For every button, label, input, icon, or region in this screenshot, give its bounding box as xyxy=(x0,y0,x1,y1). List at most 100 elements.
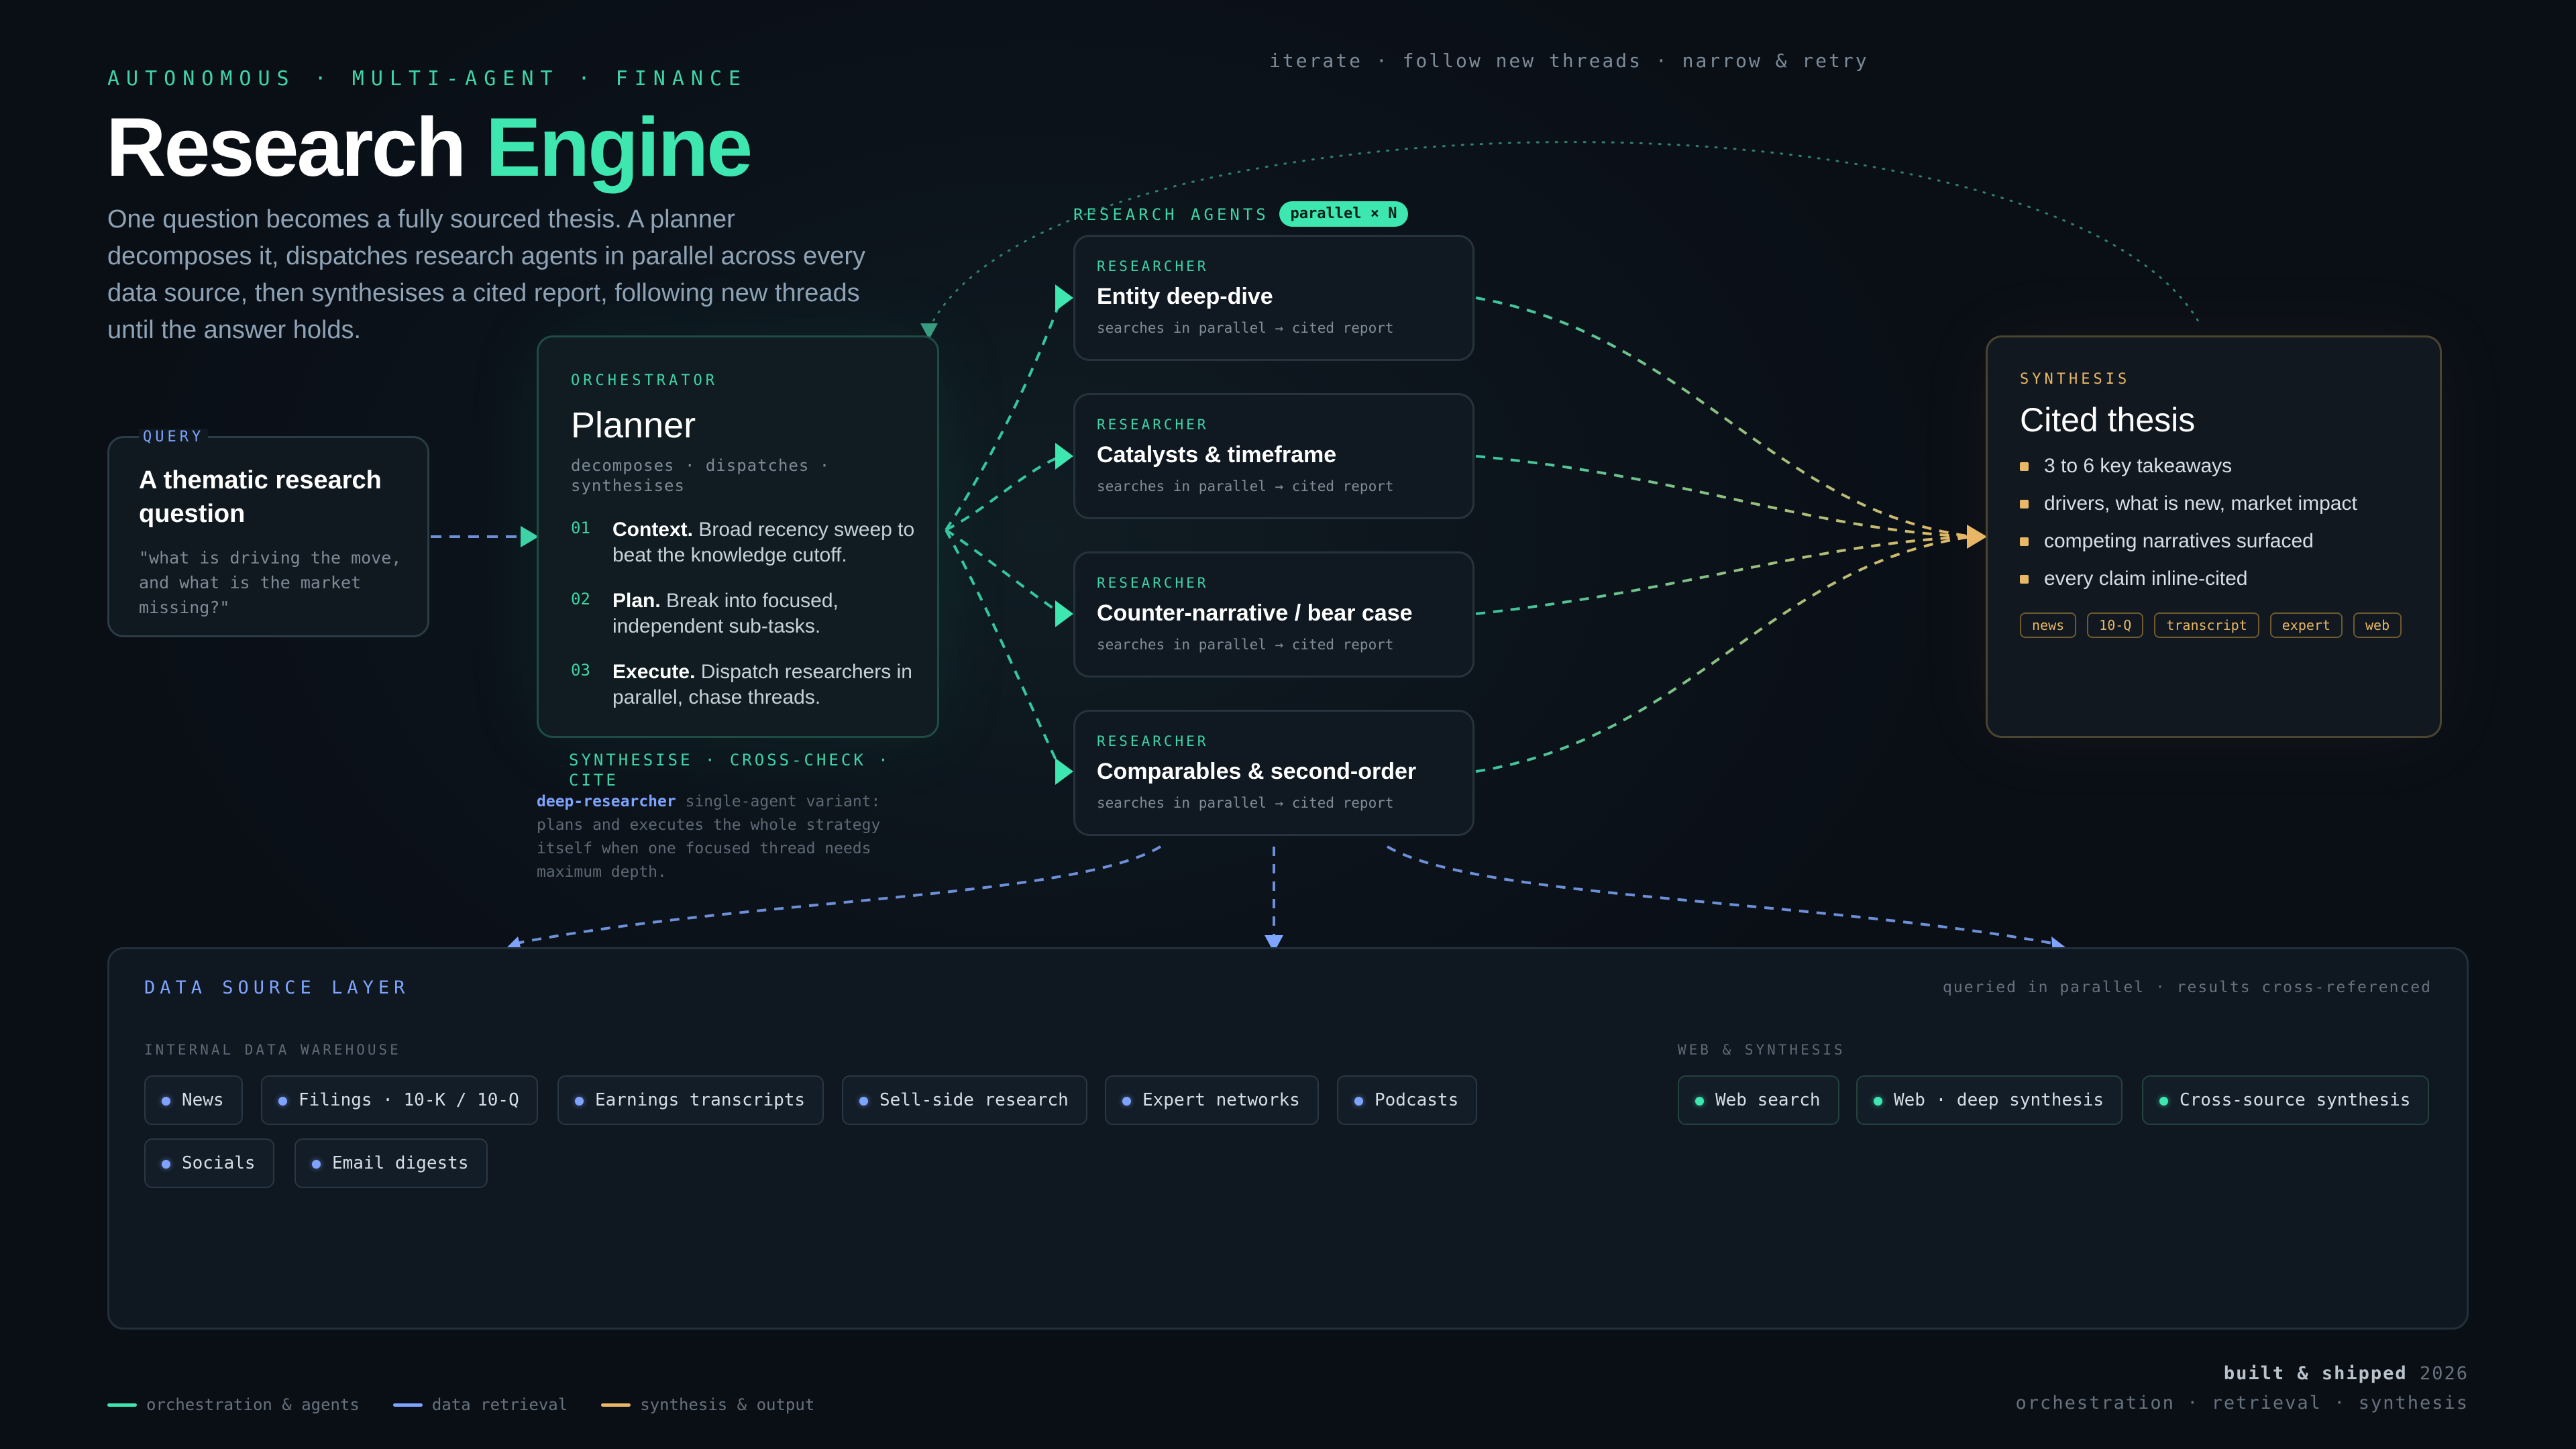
source-dot-icon xyxy=(1874,1097,1882,1106)
source-dot-icon xyxy=(312,1160,321,1169)
source-chip-socials: Socials xyxy=(144,1138,274,1188)
planner-eyebrow: ORCHESTRATOR xyxy=(571,372,718,389)
agent-card-counter-narrative: RESEARCHER Counter-narrative / bear case… xyxy=(1073,551,1474,678)
agent-4-arrowhead xyxy=(1055,758,1073,785)
lede-paragraph: One question becomes a fully sourced the… xyxy=(107,205,866,344)
source-dot-icon xyxy=(162,1097,170,1106)
step-number: 01 xyxy=(571,519,590,537)
synthesise-caption: SYNTHESISE · CROSS-CHECK · CITE xyxy=(569,751,891,790)
deep-researcher-note: deep-researcher single-agent variant: pl… xyxy=(537,790,912,884)
legend: orchestration & agents data retrieval sy… xyxy=(107,1395,814,1414)
data-layer-title: DATA SOURCE LAYER xyxy=(144,977,410,998)
chip-label: Earnings transcripts xyxy=(595,1090,806,1110)
credit-line-1: built & shipped 2026 xyxy=(2016,1359,2469,1389)
planner-card: ORCHESTRATOR Planner decomposes · dispat… xyxy=(537,335,939,738)
chip-label: Sell-side research xyxy=(879,1090,1069,1110)
bullet-square-icon xyxy=(2020,500,2029,508)
chip-label: Podcasts xyxy=(1375,1090,1459,1110)
bullet-text: competing narratives surfaced xyxy=(2044,530,2314,552)
source-tag: expert xyxy=(2269,612,2343,638)
step-number: 03 xyxy=(571,661,590,680)
source-dot-icon xyxy=(2159,1097,2168,1106)
agent-card-entity: RESEARCHER Entity deep-dive searches in … xyxy=(1073,235,1474,361)
list-item: 3 to 6 key takeaways xyxy=(2020,453,2357,490)
source-chip-news: News xyxy=(144,1075,243,1125)
bullet-square-icon xyxy=(2020,462,2029,471)
data-layer-note: queried in parallel · results cross-refe… xyxy=(1943,979,2432,996)
agent-eyebrow: RESEARCHER xyxy=(1097,258,1209,274)
chip-label: Socials xyxy=(182,1153,256,1173)
source-chip-expert-networks: Expert networks xyxy=(1105,1075,1319,1125)
query-title: A thematic research question xyxy=(139,466,382,528)
agent-eyebrow: RESEARCHER xyxy=(1097,733,1209,749)
step-bold: Execute. xyxy=(612,661,696,683)
list-item: every claim inline-cited xyxy=(2020,566,2357,603)
agent-2-arrowhead xyxy=(1055,443,1073,470)
planner-to-agent-4 xyxy=(945,529,1063,772)
agent-1-arrowhead xyxy=(1055,284,1073,311)
chip-label: Web search xyxy=(1715,1090,1821,1110)
synthesis-eyebrow: SYNTHESIS xyxy=(2020,371,2131,388)
source-chip-web-deep: Web · deep synthesis xyxy=(1856,1075,2123,1125)
source-dot-icon xyxy=(1354,1097,1363,1106)
legend-item: orchestration & agents xyxy=(107,1395,360,1414)
chip-label: Cross-source synthesis xyxy=(2180,1090,2411,1110)
source-tag: transcript xyxy=(2154,612,2259,638)
agent-subtitle: searches in parallel → cited report xyxy=(1097,637,1394,653)
step-number: 02 xyxy=(571,590,590,608)
source-tag: web xyxy=(2353,612,2402,638)
source-tags: news 10-Q transcript expert web xyxy=(2020,612,2402,638)
agent-3-arrowhead xyxy=(1055,600,1073,627)
step-text: Plan. Break into focused, independent su… xyxy=(612,588,921,639)
source-tag: news xyxy=(2020,612,2077,638)
source-dot-icon xyxy=(162,1160,170,1169)
legend-label: orchestration & agents xyxy=(146,1395,360,1414)
page-title: Research Engine xyxy=(106,101,753,194)
query-eyebrow: QUERY xyxy=(139,429,209,445)
synthesis-title: Cited thesis xyxy=(2020,401,2196,439)
data-source-layer: DATA SOURCE LAYER queried in parallel · … xyxy=(107,947,2469,1330)
takeaway-list: 3 to 6 key takeaways drivers, what is ne… xyxy=(2020,453,2357,603)
bullet-text: 3 to 6 key takeaways xyxy=(2044,455,2233,477)
credit-year: 2026 xyxy=(2419,1363,2469,1384)
chip-label: News xyxy=(182,1090,224,1110)
agent-title: Comparables & second-order xyxy=(1097,759,1417,784)
source-chip-podcasts: Podcasts xyxy=(1337,1075,1478,1125)
planner-subtitle: decomposes · dispatches · synthesises xyxy=(571,456,830,495)
step-bold: Plan. xyxy=(612,590,661,612)
web-group-label: WEB & SYNTHESIS xyxy=(1678,1042,1845,1058)
source-chip-email-digests: Email digests xyxy=(294,1138,488,1188)
agent-eyebrow: RESEARCHER xyxy=(1097,417,1209,433)
title-accent: Engine xyxy=(485,101,753,194)
credit-line-2: orchestration · retrieval · synthesis xyxy=(2015,1393,2469,1413)
agent-2-to-synthesis xyxy=(1475,455,1973,538)
deep-researcher-name: deep-researcher xyxy=(537,793,676,810)
source-dot-icon xyxy=(575,1097,584,1106)
chip-label: Web · deep synthesis xyxy=(1894,1090,2104,1110)
source-chip-cross-source: Cross-source synthesis xyxy=(2142,1075,2430,1125)
agent-subtitle: searches in parallel → cited report xyxy=(1097,478,1394,494)
synthesis-card: SYNTHESIS Cited thesis 3 to 6 key takeaw… xyxy=(1986,335,2442,738)
credit: built & shipped 2026 orchestration · ret… xyxy=(2016,1359,2469,1418)
planner-title: Planner xyxy=(571,405,696,445)
agent-title: Entity deep-dive xyxy=(1097,284,1273,309)
source-tag: 10-Q xyxy=(2087,612,2144,638)
agent-card-catalysts: RESEARCHER Catalysts & timeframe searche… xyxy=(1073,393,1474,519)
agent-card-comparables: RESEARCHER Comparables & second-order se… xyxy=(1073,710,1474,836)
query-text: "what is driving the move, and what is t… xyxy=(139,548,402,617)
agent-title: Counter-narrative / bear case xyxy=(1097,600,1413,626)
source-dot-icon xyxy=(859,1097,868,1106)
agent-eyebrow: RESEARCHER xyxy=(1097,575,1209,591)
internal-group-label: INTERNAL DATA WAREHOUSE xyxy=(144,1042,401,1058)
agent-title: Catalysts & timeframe xyxy=(1097,442,1337,468)
planner-to-agent-2 xyxy=(945,455,1062,531)
credit-strong: built & shipped xyxy=(2223,1363,2408,1384)
planner-to-agent-1 xyxy=(945,297,1063,531)
legend-item: data retrieval xyxy=(392,1395,568,1414)
list-item: competing narratives surfaced xyxy=(2020,528,2357,566)
bullet-text: drivers, what is new, market impact xyxy=(2044,492,2357,515)
agent-3-to-synthesis xyxy=(1475,535,1973,615)
title-main: Research xyxy=(106,101,466,194)
planner-arrowhead xyxy=(521,526,539,547)
legend-label: synthesis & output xyxy=(640,1395,815,1414)
